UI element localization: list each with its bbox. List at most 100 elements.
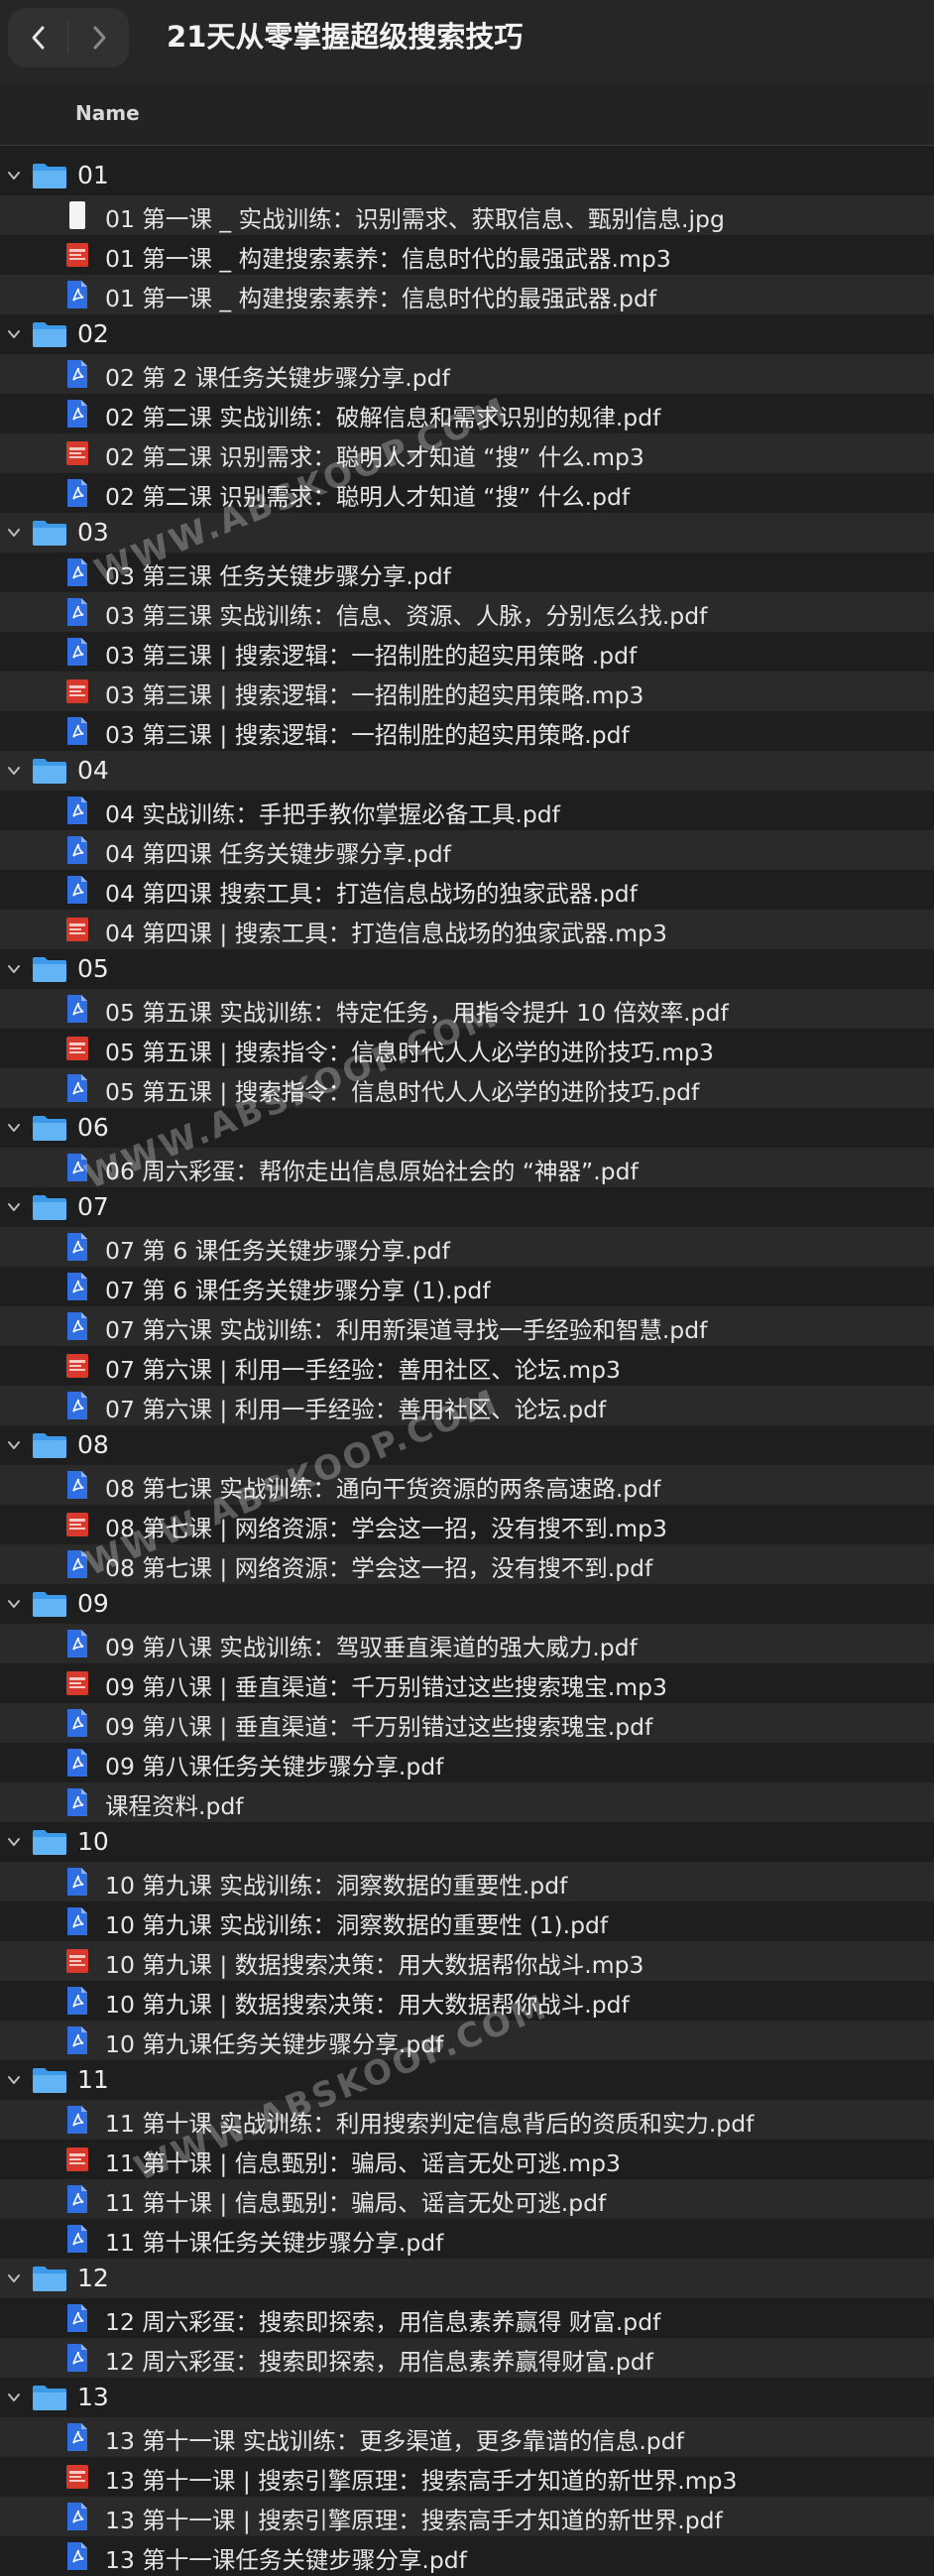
chevron-down-icon[interactable] <box>8 1201 20 1213</box>
file-row[interactable]: 13 第十一课 | 搜索引擎原理：搜索高手才知道的新世界.mp3 <box>0 2457 934 2497</box>
file-name: 05 第五课 | 搜索指令：信息时代人人必学的进阶技巧.pdf <box>105 1078 700 1106</box>
navigation-group <box>8 8 129 67</box>
chevron-down-icon[interactable] <box>8 2074 20 2086</box>
chevron-down-icon[interactable] <box>8 2392 20 2403</box>
file-row[interactable]: 12 周六彩蛋：搜索即探索，用信息素养赢得财富.pdf <box>0 2338 934 2378</box>
file-row[interactable]: 课程资料.pdf <box>0 1782 934 1822</box>
file-name: 13 第十一课 | 搜索引擎原理：搜索高手才知道的新世界.pdf <box>105 2507 723 2534</box>
file-row[interactable]: 10 第九课 | 数据搜索决策：用大数据帮你战斗.pdf <box>0 1981 934 2021</box>
folder-icon <box>33 322 66 347</box>
file-row[interactable]: 05 第五课 实战训练：特定任务，用指令提升 10 倍效率.pdf <box>0 989 934 1029</box>
file-row[interactable]: 01 第一课 _ 构建搜索素养：信息时代的最强武器.mp3 <box>0 235 934 275</box>
file-row[interactable]: 13 第十一课 | 搜索引擎原理：搜索高手才知道的新世界.pdf <box>0 2497 934 2536</box>
file-row[interactable]: 09 第八课任务关键步骤分享.pdf <box>0 1743 934 1782</box>
folder-row[interactable]: 09 <box>0 1584 934 1624</box>
pdf-file-icon <box>67 1550 87 1578</box>
folder-row[interactable]: 10 <box>0 1822 934 1862</box>
pdf-file-icon <box>67 2503 87 2530</box>
folder-row[interactable]: 01 <box>0 156 934 195</box>
folder-name: 11 <box>77 2065 109 2094</box>
file-row[interactable]: 02 第二课 实战训练：破解信息和需求识别的规律.pdf <box>0 394 934 433</box>
folder-row[interactable]: 02 <box>0 314 934 354</box>
file-row[interactable]: 07 第六课 | 利用一手经验：善用社区、论坛.pdf <box>0 1386 934 1425</box>
file-row[interactable]: 11 第十课 | 信息甄别：骗局、谣言无处可逃.mp3 <box>0 2140 934 2179</box>
folder-row[interactable]: 04 <box>0 751 934 791</box>
forward-button[interactable] <box>68 8 129 67</box>
file-row[interactable]: 02 第二课 识别需求：聪明人才知道 “搜” 什么.mp3 <box>0 433 934 473</box>
file-row[interactable]: 07 第六课 | 利用一手经验：善用社区、论坛.mp3 <box>0 1346 934 1386</box>
file-row[interactable]: 12 周六彩蛋：搜索即探索，用信息素养赢得 财富.pdf <box>0 2298 934 2338</box>
file-row[interactable]: 10 第九课 实战训练：洞察数据的重要性.pdf <box>0 1862 934 1901</box>
folder-row[interactable]: 12 <box>0 2259 934 2298</box>
chevron-down-icon[interactable] <box>8 1439 20 1451</box>
file-row[interactable]: 03 第三课 | 搜索逻辑：一招制胜的超实用策略 .pdf <box>0 632 934 672</box>
file-row[interactable]: 08 第七课 实战训练：通向干货资源的两条高速路.pdf <box>0 1465 934 1505</box>
file-row[interactable]: 08 第七课 | 网络资源：学会这一招，没有搜不到.pdf <box>0 1544 934 1584</box>
file-row[interactable]: 03 第三课 任务关键步骤分享.pdf <box>0 552 934 592</box>
file-row[interactable]: 03 第三课 实战训练：信息、资源、人脉，分别怎么找.pdf <box>0 592 934 632</box>
folder-row[interactable]: 07 <box>0 1187 934 1227</box>
file-row[interactable]: 08 第七课 | 网络资源：学会这一招，没有搜不到.mp3 <box>0 1505 934 1544</box>
file-row[interactable]: 03 第三课 | 搜索逻辑：一招制胜的超实用策略.pdf <box>0 711 934 751</box>
folder-row[interactable]: 05 <box>0 949 934 989</box>
file-row[interactable]: 01 第一课 _ 构建搜索素养：信息时代的最强武器.pdf <box>0 275 934 314</box>
chevron-right-icon <box>93 26 105 50</box>
pdf-file-icon <box>67 558 87 586</box>
chevron-down-icon[interactable] <box>8 2272 20 2284</box>
chevron-down-icon[interactable] <box>8 963 20 975</box>
file-row[interactable]: 07 第 6 课任务关键步骤分享 (1).pdf <box>0 1267 934 1306</box>
file-row[interactable]: 07 第 6 课任务关键步骤分享.pdf <box>0 1227 934 1267</box>
file-row[interactable]: 13 第十一课任务关键步骤分享.pdf <box>0 2536 934 2576</box>
file-row[interactable]: 04 实战训练：手把手教你掌握必备工具.pdf <box>0 791 934 830</box>
file-row[interactable]: 11 第十课任务关键步骤分享.pdf <box>0 2219 934 2259</box>
mp3-file-icon <box>66 1949 88 1973</box>
chevron-down-icon[interactable] <box>8 170 20 182</box>
file-row[interactable]: 05 第五课 | 搜索指令：信息时代人人必学的进阶技巧.mp3 <box>0 1029 934 1068</box>
file-row[interactable]: 10 第九课 | 数据搜索决策：用大数据帮你战斗.mp3 <box>0 1941 934 1981</box>
file-row[interactable]: 13 第十一课 实战训练：更多渠道，更多靠谱的信息.pdf <box>0 2417 934 2457</box>
chevron-down-icon[interactable] <box>8 328 20 340</box>
name-column-header[interactable]: Name <box>75 101 140 125</box>
back-button[interactable] <box>8 8 68 67</box>
pdf-file-icon <box>67 638 87 666</box>
file-row[interactable]: 04 第四课 | 搜索工具：打造信息战场的独家武器.mp3 <box>0 910 934 949</box>
file-row[interactable]: 05 第五课 | 搜索指令：信息时代人人必学的进阶技巧.pdf <box>0 1068 934 1108</box>
chevron-down-icon[interactable] <box>8 1598 20 1610</box>
pdf-file-icon <box>67 2344 87 2372</box>
file-row[interactable]: 07 第六课 实战训练：利用新渠道寻找一手经验和智慧.pdf <box>0 1306 934 1346</box>
file-name: 02 第 2 课任务关键步骤分享.pdf <box>105 364 450 392</box>
chevron-down-icon[interactable] <box>8 1122 20 1134</box>
file-row[interactable]: 02 第 2 课任务关键步骤分享.pdf <box>0 354 934 394</box>
folder-row[interactable]: 11 <box>0 2060 934 2100</box>
file-row[interactable]: 04 第四课 任务关键步骤分享.pdf <box>0 830 934 870</box>
file-name: 05 第五课 | 搜索指令：信息时代人人必学的进阶技巧.mp3 <box>105 1039 714 1066</box>
folder-row[interactable]: 13 <box>0 2378 934 2417</box>
folder-row[interactable]: 08 <box>0 1425 934 1465</box>
file-row[interactable]: 02 第二课 识别需求：聪明人才知道 “搜” 什么.pdf <box>0 473 934 513</box>
file-row[interactable]: 09 第八课 | 垂直渠道：千万别错过这些搜索瑰宝.pdf <box>0 1703 934 1743</box>
file-name: 01 第一课 _ 构建搜索素养：信息时代的最强武器.mp3 <box>105 245 671 273</box>
pdf-file-icon <box>67 1392 87 1419</box>
file-row[interactable]: 11 第十课 | 信息甄别：骗局、谣言无处可逃.pdf <box>0 2179 934 2219</box>
chevron-down-icon[interactable] <box>8 527 20 539</box>
chevron-down-icon[interactable] <box>8 1836 20 1848</box>
file-name: 10 第九课 实战训练：洞察数据的重要性 (1).pdf <box>105 1911 609 1939</box>
file-name: 11 第十课 实战训练：利用搜索判定信息背后的资质和实力.pdf <box>105 2110 755 2138</box>
file-name: 09 第八课 | 垂直渠道：千万别错过这些搜索瑰宝.pdf <box>105 1713 653 1741</box>
folder-row[interactable]: 06 <box>0 1108 934 1148</box>
file-name: 06 周六彩蛋：帮你走出信息原始社会的 “神器”.pdf <box>105 1158 639 1185</box>
mp3-file-icon <box>66 1513 88 1536</box>
folder-row[interactable]: 03 <box>0 513 934 552</box>
file-row[interactable]: 10 第九课任务关键步骤分享.pdf <box>0 2021 934 2060</box>
chevron-down-icon[interactable] <box>8 765 20 777</box>
file-row[interactable]: 04 第四课 搜索工具：打造信息战场的独家武器.pdf <box>0 870 934 910</box>
pdf-file-icon <box>67 2304 87 2332</box>
file-row[interactable]: 09 第八课 | 垂直渠道：千万别错过这些搜索瑰宝.mp3 <box>0 1663 934 1703</box>
file-row[interactable]: 09 第八课 实战训练：驾驭垂直渠道的强大威力.pdf <box>0 1624 934 1663</box>
folder-name: 12 <box>77 2264 109 2292</box>
file-row[interactable]: 06 周六彩蛋：帮你走出信息原始社会的 “神器”.pdf <box>0 1148 934 1187</box>
file-row[interactable]: 10 第九课 实战训练：洞察数据的重要性 (1).pdf <box>0 1901 934 1941</box>
file-row[interactable]: 03 第三课 | 搜索逻辑：一招制胜的超实用策略.mp3 <box>0 672 934 711</box>
file-row[interactable]: 01 第一课 _ 实战训练：识别需求、获取信息、甄别信息.jpg <box>0 195 934 235</box>
file-row[interactable]: 11 第十课 实战训练：利用搜索判定信息背后的资质和实力.pdf <box>0 2100 934 2140</box>
